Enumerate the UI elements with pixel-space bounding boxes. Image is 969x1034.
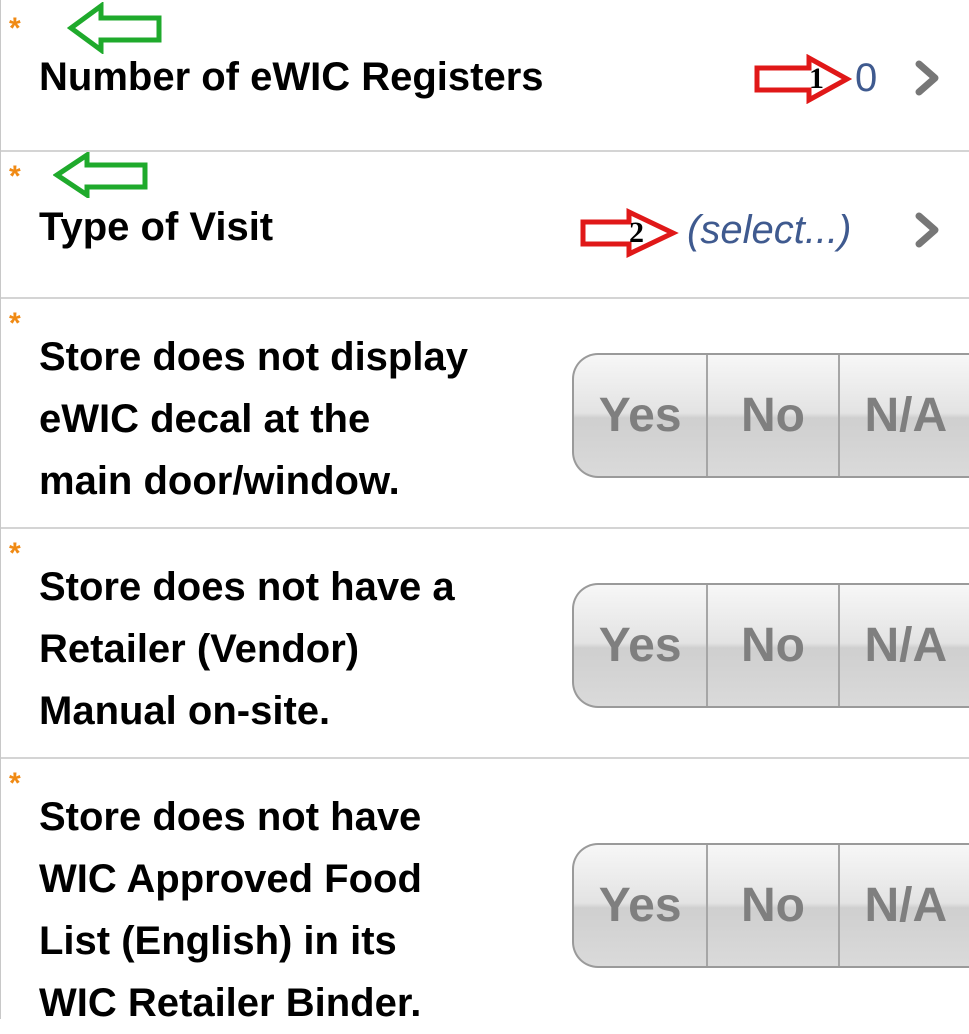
required-star: * (9, 767, 21, 800)
ewic-decal-question: Store does not display eWIC decal at the… (39, 335, 468, 503)
row-approved-food-list: * Store does not have WIC Approved Food … (1, 759, 969, 1025)
na-button[interactable]: N/A (840, 845, 969, 966)
yes-button[interactable]: Yes (574, 845, 709, 966)
approved-food-list-question: Store does not have WIC Approved Food Li… (39, 795, 422, 1025)
no-button[interactable]: No (708, 845, 840, 966)
required-star: * (9, 307, 21, 340)
row-retailer-manual: * Store does not have a Retailer (Vendor… (1, 529, 969, 759)
green-arrow-annotation (53, 152, 148, 198)
na-button[interactable]: N/A (840, 585, 969, 706)
chevron-right-icon[interactable] (909, 58, 949, 98)
na-button[interactable]: N/A (840, 355, 969, 476)
registers-label: Number of eWIC Registers (39, 55, 544, 99)
survey-form: * Number of eWIC Registers 1 0 * Type of… (0, 0, 969, 1025)
required-star: * (9, 12, 21, 45)
no-button[interactable]: No (708, 585, 840, 706)
annotation-number-2: 2 (629, 216, 644, 249)
row-type-of-visit[interactable]: * Type of Visit 2 (select...) (1, 152, 969, 299)
yes-no-na-control[interactable]: Yes No N/A (572, 583, 969, 708)
yes-no-na-control[interactable]: Yes No N/A (572, 843, 969, 968)
chevron-right-icon[interactable] (909, 210, 949, 250)
visit-type-select[interactable]: (select...) (687, 210, 851, 250)
row-ewic-decal: * Store does not display eWIC decal at t… (1, 299, 969, 529)
annotation-number-1: 1 (809, 62, 824, 95)
red-arrow-annotation (754, 54, 853, 104)
registers-value[interactable]: 0 (855, 58, 877, 98)
required-star: * (9, 160, 21, 193)
no-button[interactable]: No (708, 355, 840, 476)
required-star: * (9, 537, 21, 570)
row-number-of-registers[interactable]: * Number of eWIC Registers 1 0 (1, 0, 969, 152)
yes-button[interactable]: Yes (574, 585, 709, 706)
visit-type-label: Type of Visit (39, 205, 274, 249)
retailer-manual-question: Store does not have a Retailer (Vendor) … (39, 565, 455, 733)
yes-button[interactable]: Yes (574, 355, 709, 476)
green-arrow-annotation (67, 2, 162, 54)
yes-no-na-control[interactable]: Yes No N/A (572, 353, 969, 478)
